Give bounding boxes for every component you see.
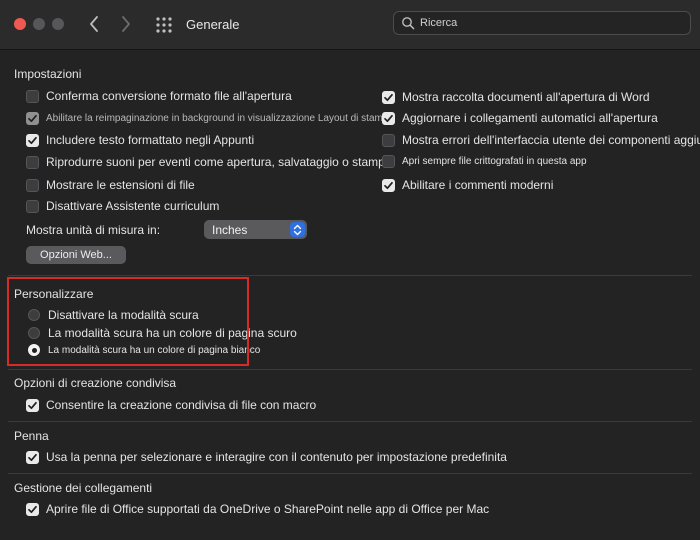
forward-button[interactable] [116,13,136,35]
radio-label: La modalità scura ha un colore di pagina… [48,326,297,340]
checkbox[interactable] [26,398,39,412]
checkbox[interactable] [26,155,39,169]
setting-file-crittografati[interactable]: Apri sempre file crittografati in questa… [382,155,587,168]
setting-label: Conferma conversione formato file all'ap… [46,89,292,103]
checkmark-icon [28,401,37,409]
checkbox[interactable] [26,133,39,147]
checkbox[interactable] [26,199,39,213]
chevron-left-icon [90,16,98,32]
setting-testo-formattato-appunti[interactable]: Includere testo formattato negli Appunti [26,133,254,147]
radio-label: La modalità scura ha un colore di pagina… [48,344,261,356]
setting-label: Apri sempre file crittografati in questa… [402,156,587,167]
back-button[interactable] [84,13,104,35]
setting-label: Riprodurre suoni per eventi come apertur… [46,155,392,169]
minimize-window-button[interactable] [33,18,45,30]
window-title: Generale [186,17,240,32]
divider [8,473,692,474]
setting-commenti-moderni[interactable]: Abilitare i commenti moderni [382,178,553,192]
radio-button-selected[interactable] [28,344,40,356]
checkbox[interactable] [382,111,395,125]
setting-creazione-condivisa-macro[interactable]: Consentire la creazione condivisa di fil… [26,398,316,412]
checkmark-icon [28,114,37,123]
setting-label: Consentire la creazione condivisa di fil… [46,398,317,412]
checkbox[interactable] [26,502,39,516]
divider [8,275,692,276]
radio-button[interactable] [28,327,40,339]
search-icon [402,17,415,30]
setting-label: Aggiornare i collegamenti automatici all… [402,111,658,125]
checkmark-icon [384,93,393,101]
zoom-window-button[interactable] [52,18,64,30]
checkmark-icon [28,136,37,144]
search-input[interactable] [420,12,680,34]
section-penna-title: Penna [14,429,49,443]
setting-raccolta-documenti[interactable]: Mostra raccolta documenti all'apertura d… [382,90,650,104]
setting-errori-componenti-aggiuntivi[interactable]: Mostra errori dell'interfaccia utente de… [382,133,700,147]
section-creazione-condivisa-title: Opzioni di creazione condivisa [14,376,177,390]
checkbox[interactable] [26,89,39,103]
setting-label: Mostra errori dell'interfaccia utente de… [402,133,700,147]
setting-riprodurre-suoni[interactable]: Riprodurre suoni per eventi come apertur… [26,155,392,169]
radio-dot [31,347,37,353]
setting-reimpaginazione-background[interactable]: Abilitare la reimpaginazione in backgrou… [26,112,394,125]
setting-label: Includere testo formattato negli Appunti [46,133,255,147]
checkbox[interactable] [382,90,395,104]
units-popup-value: Inches [212,222,248,237]
setting-aggiornare-collegamenti[interactable]: Aggiornare i collegamenti automatici all… [382,111,658,125]
checkmark-icon [28,453,37,461]
units-popup[interactable]: Inches [204,220,307,239]
updown-chevron-icon [290,222,305,237]
checkbox[interactable] [26,178,39,192]
setting-label: Disattivare Assistente curriculum [46,199,220,213]
chevron-right-icon [122,16,130,32]
setting-label: Mostrare le estensioni di file [46,178,195,192]
section-impostazioni-title: Impostazioni [14,67,82,81]
search-box[interactable] [393,11,691,35]
web-options-button[interactable]: Opzioni Web... [26,246,126,264]
divider [8,369,692,370]
checkbox[interactable] [382,178,395,192]
radio-button[interactable] [28,309,40,321]
units-label-text: Mostra unità di misura in: [26,223,161,237]
checkbox[interactable] [26,450,39,464]
setting-apri-file-onedrive[interactable]: Aprire file di Office supportati da OneD… [26,502,489,516]
setting-label: Aprire file di Office supportati da OneD… [46,502,490,516]
setting-label: Mostra raccolta documenti all'apertura d… [402,90,650,104]
setting-conferma-conversione[interactable]: Conferma conversione formato file all'ap… [26,89,292,103]
checkbox[interactable] [382,155,395,168]
radio-pagina-bianco[interactable]: La modalità scura ha un colore di pagina… [28,344,260,356]
setting-penna-predefinita[interactable]: Usa la penna per selezionare e interagir… [26,450,507,464]
setting-assistente-curriculum[interactable]: Disattivare Assistente curriculum [26,199,219,213]
units-label: Mostra unità di misura in: [26,223,160,237]
checkbox[interactable] [382,133,395,147]
title-bar: Generale [0,0,700,50]
setting-label: Usa la penna per selezionare e interagir… [46,450,507,464]
checkbox[interactable] [26,112,39,125]
section-collegamenti-title: Gestione dei collegamenti [14,481,153,495]
checkmark-icon [384,181,393,189]
radio-disattivare-modalita-scura[interactable]: Disattivare la modalità scura [28,308,199,322]
setting-estensioni-file[interactable]: Mostrare le estensioni di file [26,178,195,192]
show-all-grid-icon[interactable] [155,16,173,34]
checkmark-icon [384,114,393,122]
setting-label: Abilitare i commenti moderni [402,178,554,192]
close-window-button[interactable] [14,18,26,30]
setting-label: Abilitare la reimpaginazione in backgrou… [46,113,394,124]
radio-pagina-scuro[interactable]: La modalità scura ha un colore di pagina… [28,326,297,340]
divider [8,421,692,422]
section-personalizzare-title: Personalizzare [14,287,94,301]
radio-label: Disattivare la modalità scura [48,308,199,322]
checkmark-icon [28,505,37,513]
